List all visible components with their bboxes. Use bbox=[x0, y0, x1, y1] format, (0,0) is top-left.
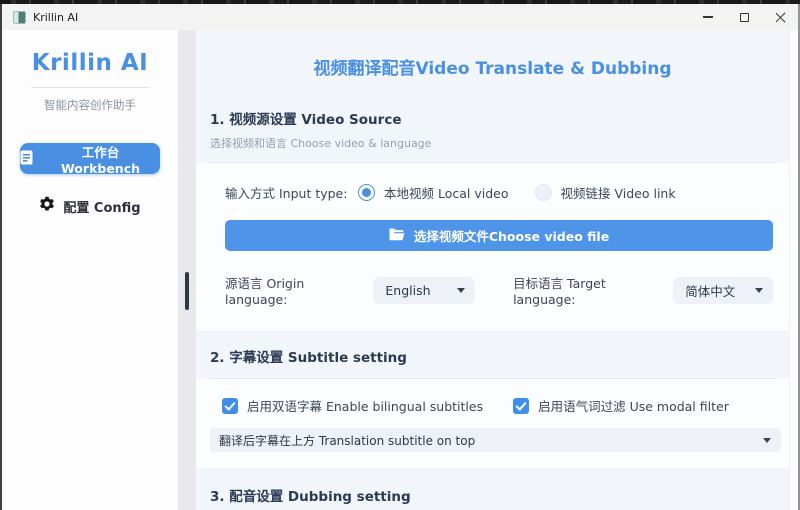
app-tagline: 智能内容创作助手 bbox=[2, 97, 178, 113]
dubbing-setting-heading: 3. 配音设置 Dubbing setting bbox=[210, 485, 789, 505]
checkbox-row: 启用双语字幕 Enable bilingual subtitles 启用语气词过… bbox=[222, 396, 789, 415]
modal-filter-label: 启用语气词过滤 Use modal filter bbox=[538, 396, 729, 415]
checkbox-checked-icon bbox=[513, 398, 529, 414]
close-icon bbox=[775, 12, 786, 23]
gear-icon bbox=[39, 196, 55, 216]
dubbing-setting-header-band: 3. 配音设置 Dubbing setting bbox=[196, 468, 789, 510]
video-source-subheading: 选择视频和语言 Choose video & language bbox=[210, 135, 789, 151]
main-content: 视频翻译配音Video Translate & Dubbing 1. 视频源设置… bbox=[196, 30, 798, 510]
radio-local-video-label: 本地视频 Local video bbox=[384, 183, 509, 202]
app-logo: Krillin AI bbox=[2, 50, 178, 76]
subtitle-position-select[interactable]: 翻译后字幕在上方 Translation subtitle on top bbox=[210, 428, 781, 452]
target-language-label: 目标语言 Target language: bbox=[513, 273, 664, 307]
origin-language-select[interactable]: English bbox=[373, 277, 475, 304]
checkbox-modal-filter[interactable]: 启用语气词过滤 Use modal filter bbox=[513, 396, 729, 415]
subtitle-position-value: 翻译后字幕在上方 Translation subtitle on top bbox=[219, 432, 475, 449]
radio-local-video[interactable]: 本地视频 Local video bbox=[358, 183, 509, 202]
minimize-icon bbox=[703, 16, 713, 17]
window-body: Krillin AI 智能内容创作助手 工作台 Workbench 配置 Con… bbox=[0, 30, 800, 510]
origin-language-value: English bbox=[385, 283, 430, 298]
page-title: 视频翻译配音Video Translate & Dubbing bbox=[196, 30, 789, 79]
divider bbox=[31, 87, 149, 88]
config-label: 配置 Config bbox=[63, 197, 140, 216]
checkbox-bilingual-subtitles[interactable]: 启用双语字幕 Enable bilingual subtitles bbox=[222, 396, 483, 415]
chevron-down-icon bbox=[755, 288, 763, 293]
video-source-header-band: 视频翻译配音Video Translate & Dubbing 1. 视频源设置… bbox=[196, 30, 789, 163]
chevron-down-icon bbox=[457, 288, 465, 293]
choose-video-file-button[interactable]: 选择视频文件Choose video file bbox=[225, 220, 773, 251]
chevron-down-icon bbox=[763, 438, 771, 443]
titlebar: Krillin AI bbox=[0, 4, 800, 30]
language-row: 源语言 Origin language: English 目标语言 Target… bbox=[225, 273, 773, 307]
radio-selected-icon bbox=[358, 184, 375, 201]
choose-file-label: 选择视频文件Choose video file bbox=[414, 226, 609, 245]
origin-language-label: 源语言 Origin language: bbox=[225, 273, 363, 307]
target-language-select[interactable]: 简体中文 bbox=[673, 277, 773, 304]
sidebar-scrollbar-track[interactable] bbox=[178, 30, 196, 510]
subtitle-setting-header-band: 2. 字幕设置 Subtitle setting bbox=[196, 331, 789, 378]
sidebar-item-config[interactable]: 配置 Config bbox=[2, 196, 178, 216]
bilingual-subtitles-label: 启用双语字幕 Enable bilingual subtitles bbox=[247, 396, 483, 415]
maximize-icon bbox=[740, 13, 749, 22]
document-icon bbox=[20, 150, 33, 168]
window-title: Krillin AI bbox=[33, 11, 78, 24]
app-icon bbox=[13, 11, 26, 24]
radio-unselected-icon bbox=[535, 184, 552, 201]
folder-open-icon bbox=[389, 228, 405, 244]
video-source-card: 输入方式 Input type: 本地视频 Local video 视频链接 V… bbox=[196, 163, 789, 331]
radio-video-link[interactable]: 视频链接 Video link bbox=[535, 183, 676, 202]
sidebar-item-workbench[interactable]: 工作台 Workbench bbox=[20, 143, 160, 174]
input-type-label: 输入方式 Input type: bbox=[225, 183, 358, 202]
input-type-row: 输入方式 Input type: 本地视频 Local video 视频链接 V… bbox=[225, 183, 789, 202]
scrollbar-thumb[interactable] bbox=[185, 272, 189, 310]
minimize-button[interactable] bbox=[690, 4, 726, 30]
subtitle-setting-card: 启用双语字幕 Enable bilingual subtitles 启用语气词过… bbox=[196, 379, 789, 468]
close-button[interactable] bbox=[762, 4, 798, 30]
subtitle-setting-heading: 2. 字幕设置 Subtitle setting bbox=[210, 346, 789, 366]
radio-video-link-label: 视频链接 Video link bbox=[561, 183, 676, 202]
window-controls bbox=[690, 4, 798, 30]
checkbox-checked-icon bbox=[222, 398, 238, 414]
sidebar: Krillin AI 智能内容创作助手 工作台 Workbench 配置 Con… bbox=[2, 30, 178, 510]
maximize-button[interactable] bbox=[726, 4, 762, 30]
target-language-value: 简体中文 bbox=[685, 281, 735, 300]
main-scrollbar-track[interactable] bbox=[789, 30, 798, 510]
workbench-label: 工作台 Workbench bbox=[41, 142, 160, 176]
video-source-heading: 1. 视频源设置 Video Source bbox=[210, 108, 789, 128]
